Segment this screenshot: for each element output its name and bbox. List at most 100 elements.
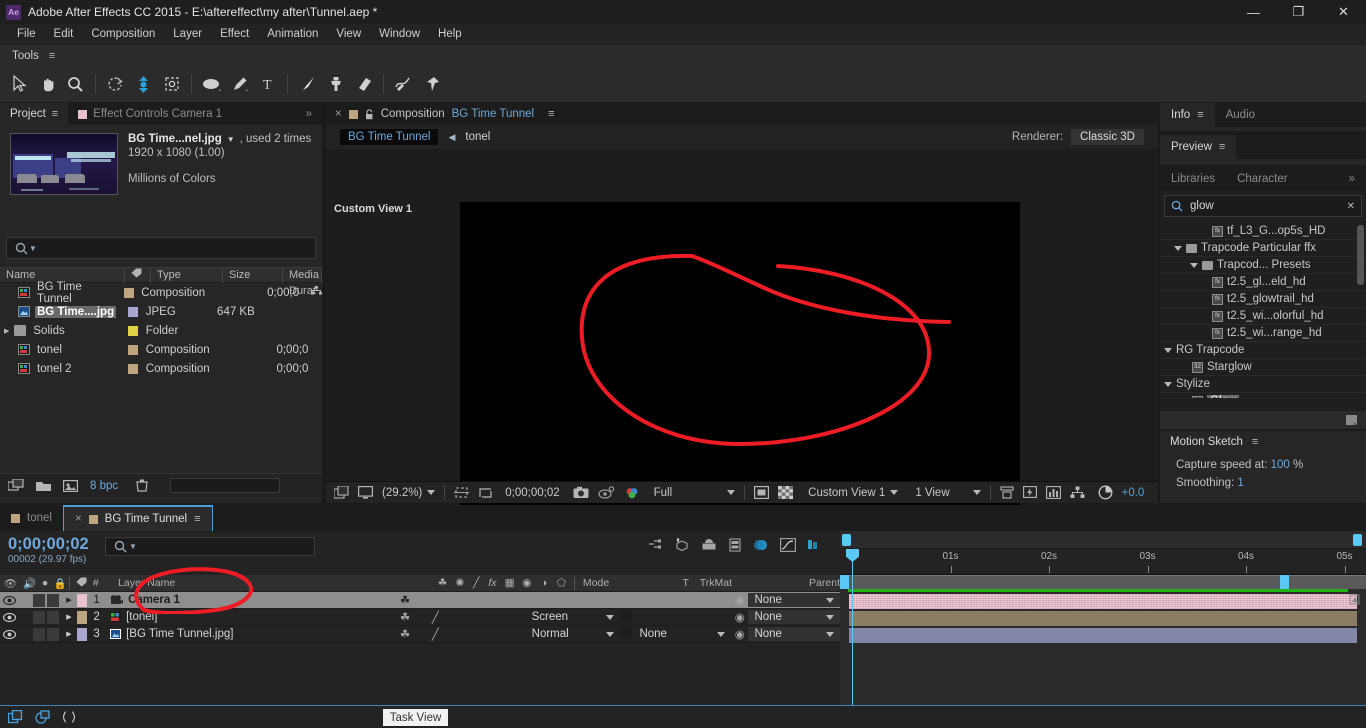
views-control[interactable]: 1 View [915, 487, 981, 499]
exposure-icon[interactable] [1098, 485, 1113, 500]
close-button[interactable]: ✕ [1321, 0, 1366, 24]
new-effect-icon[interactable] [1345, 414, 1358, 426]
project-item-row[interactable]: BG Time....jpg JPEG 647 KB [0, 302, 322, 321]
resolution-control[interactable]: Full [654, 487, 736, 499]
camera-orbit-tool[interactable] [130, 70, 157, 98]
channel-rgb-icon[interactable] [624, 486, 641, 500]
pixel-aspect-icon[interactable] [1000, 486, 1014, 499]
effects-list-item[interactable]: fx t2.5_wi...range_hd [1160, 325, 1366, 342]
close-icon[interactable]: × [75, 513, 82, 525]
project-column-label[interactable] [125, 267, 151, 283]
effects-list[interactable]: fx tf_L3_G...op5s_HD Trapcode Particular f… [1160, 223, 1366, 398]
project-footer-field[interactable] [170, 478, 281, 493]
layer-name-cell[interactable]: [tonel] [106, 611, 397, 623]
comp-timecode[interactable]: 0;00;00;02 [505, 487, 559, 499]
work-area-right-grip[interactable] [1280, 575, 1289, 589]
layer-duration-bar[interactable] [849, 611, 1357, 626]
layer-quality-icon[interactable]: ╱ [428, 610, 442, 624]
menu-item-help[interactable]: Help [429, 24, 471, 45]
layer-visibility-toggle[interactable] [0, 595, 19, 605]
project-item-row[interactable]: tonel 2 Composition 0;00;0 [0, 359, 322, 378]
project-item-color-swatch[interactable] [124, 306, 146, 317]
effects-search-field[interactable]: ✕ [1164, 195, 1362, 217]
composition-canvas[interactable] [460, 202, 1020, 518]
effects-list-item[interactable]: Stylize [1160, 376, 1366, 393]
time-ruler[interactable]: 01s 02s 03s 04s 05s [840, 549, 1366, 575]
effects-search-input[interactable] [1190, 200, 1340, 212]
puppet-pin-tool[interactable] [418, 70, 445, 98]
layer-label-color[interactable] [76, 610, 88, 624]
menu-item-animation[interactable]: Animation [258, 24, 327, 45]
work-area-left-grip[interactable] [840, 575, 849, 589]
resize-handle-icon[interactable] [62, 710, 76, 724]
motion-sketch-menu-icon[interactable]: ≡ [1252, 436, 1258, 448]
layer-solo-toggle[interactable] [32, 627, 45, 641]
layer-mode-select[interactable]: Normal [524, 628, 620, 640]
layer-quality-icon[interactable]: ╱ [428, 627, 442, 641]
project-item-color-swatch[interactable] [124, 363, 146, 374]
timeline-tab-tonel[interactable]: tonel [0, 505, 63, 531]
tab-effect-controls-camera-1[interactable]: Effect Controls Camera 1 [68, 103, 232, 125]
project-item-color-swatch[interactable] [124, 344, 146, 355]
layer-trkmat-select[interactable]: None [635, 628, 731, 640]
effects-list-item[interactable]: 32 Glow [1160, 393, 1366, 398]
region-of-interest-icon[interactable] [478, 486, 493, 499]
tab-info[interactable]: Info ≡ [1160, 103, 1215, 127]
layer-disclosure-icon[interactable]: ▶ [61, 596, 77, 604]
snapshot-icon[interactable] [573, 486, 589, 499]
always-preview-icon[interactable] [334, 486, 349, 499]
layer-visibility-toggle[interactable] [0, 612, 19, 622]
monitor-icon[interactable] [358, 486, 373, 499]
maximize-button[interactable]: ❐ [1276, 0, 1321, 24]
layer-parent-switch-icon[interactable]: ☘ [397, 627, 413, 641]
layer-label-color[interactable] [76, 593, 88, 607]
effects-list-item[interactable]: Trapcod... Presets [1160, 257, 1366, 274]
project-column-media-durat[interactable]: Media Durat [283, 267, 322, 297]
disclosure-triangle-icon[interactable]: ▶ [4, 327, 9, 335]
roto-brush-tool[interactable] [390, 70, 417, 98]
work-area-end-handle[interactable] [1353, 534, 1362, 546]
eraser-tool[interactable] [350, 70, 377, 98]
layer-name-header[interactable]: Layer Name [112, 577, 434, 589]
layer-mode-select[interactable]: Screen [524, 611, 620, 623]
menu-item-composition[interactable]: Composition [82, 24, 164, 45]
timeline-track-row[interactable] [840, 627, 1366, 644]
tab-character[interactable]: Character [1226, 167, 1299, 191]
breadcrumb-active[interactable]: BG Time Tunnel [340, 129, 439, 145]
view-layout-control[interactable]: Custom View 1 [808, 487, 899, 499]
layer-parent-switch-icon[interactable]: ☘ [397, 610, 413, 624]
layer-preserve-transparency[interactable] [619, 609, 636, 625]
asset-dropdown-icon[interactable]: ▼ [227, 135, 235, 144]
project-item-row[interactable]: ▶ Solids Folder [0, 321, 322, 340]
timeline-track-row[interactable] [840, 610, 1366, 627]
layer-parent-pickwhip-icon[interactable]: ◉ [731, 627, 748, 641]
transparency-grid-icon[interactable] [778, 486, 794, 499]
show-snapshot-icon[interactable] [598, 486, 615, 499]
minimize-button[interactable]: — [1231, 0, 1276, 24]
libraries-expand-icon[interactable]: » [1338, 167, 1366, 191]
menu-item-edit[interactable]: Edit [45, 24, 83, 45]
tools-menu-icon[interactable]: ≡ [49, 50, 55, 62]
menu-item-effect[interactable]: Effect [211, 24, 258, 45]
project-item-row[interactable]: tonel Composition 0;00;0 [0, 340, 322, 359]
layer-parent-select[interactable]: None [748, 627, 841, 641]
exposure-value[interactable]: +0.0 [1122, 487, 1145, 499]
effects-list-item[interactable]: Trapcode Particular ffx [1160, 240, 1366, 257]
pen-tool[interactable] [226, 70, 253, 98]
effects-list-item[interactable]: fx t2.5_gl...eld_hd [1160, 274, 1366, 291]
layer-parent-pickwhip-icon[interactable]: ◉ [731, 610, 748, 624]
bit-depth-label[interactable]: 8 bpc [90, 480, 118, 492]
clone-stamp-tool[interactable] [322, 70, 349, 98]
disclosure-triangle-icon[interactable] [1164, 381, 1172, 387]
layer-lock-toggle[interactable] [46, 627, 60, 641]
breadcrumb-next[interactable]: tonel [465, 131, 490, 143]
composition-menu-icon[interactable]: ≡ [548, 108, 554, 120]
timeline-layer-row[interactable]: ▶ 2 [tonel] ☘ ╱ Screen ◉ None [0, 609, 841, 626]
project-column-size[interactable]: Size [223, 267, 283, 283]
fast-previews-icon[interactable] [1022, 486, 1037, 499]
renderer-value[interactable]: Classic 3D [1071, 129, 1144, 145]
layer-visibility-toggle[interactable] [0, 629, 19, 639]
project-item-color-swatch[interactable] [120, 287, 141, 298]
tab-audio[interactable]: Audio [1215, 103, 1266, 127]
layer-solo-toggle[interactable] [32, 610, 45, 624]
